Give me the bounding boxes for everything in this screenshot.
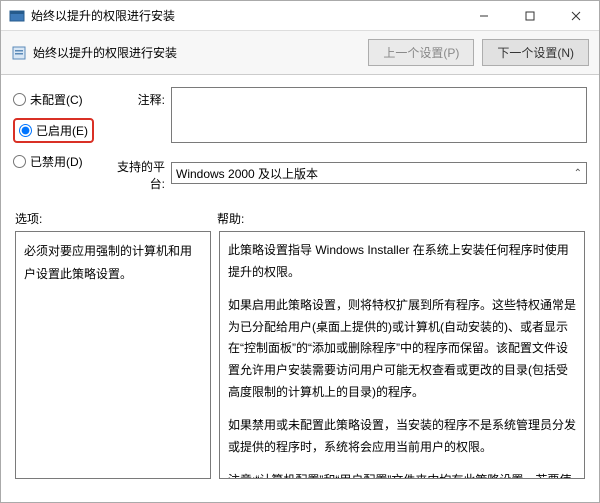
- policy-icon: [11, 45, 27, 61]
- radio-enabled-highlight: 已启用(E): [13, 118, 94, 143]
- app-icon: [9, 8, 25, 24]
- toolbar: 始终以提升的权限进行安装 上一个设置(P) 下一个设置(N): [1, 31, 599, 75]
- help-p2: 如果启用此策略设置，则将特权扩展到所有程序。这些特权通常是为已分配给用户(桌面上…: [228, 295, 576, 403]
- radio-not-configured[interactable]: 未配置(C): [13, 91, 113, 108]
- help-p4: 注意:“计算机配置”和“用户配置”文件夹中均有此策略设置。若要使此策略设置生效，…: [228, 470, 576, 479]
- options-panel: 必须对要应用强制的计算机和用户设置此策略设置。: [15, 231, 211, 479]
- options-text: 必须对要应用强制的计算机和用户设置此策略设置。: [24, 244, 192, 281]
- radio-enabled[interactable]: 已启用(E): [19, 122, 88, 139]
- supported-platforms-value: Windows 2000 及以上版本: [176, 165, 318, 182]
- dialog-window: 始终以提升的权限进行安装 始终以提升的权限进行安装 上一个设置(P) 下一个设置…: [0, 0, 600, 503]
- radio-not-configured-input[interactable]: [13, 93, 26, 106]
- maximize-button[interactable]: [507, 1, 553, 31]
- close-button[interactable]: [553, 1, 599, 31]
- help-p1: 此策略设置指导 Windows Installer 在系统上安装任何程序时使用提…: [228, 240, 576, 283]
- radio-disabled-input[interactable]: [13, 155, 26, 168]
- titlebar: 始终以提升的权限进行安装: [1, 1, 599, 31]
- comment-label: 注释:: [113, 87, 171, 108]
- radio-disabled[interactable]: 已禁用(D): [13, 153, 113, 170]
- comment-textarea[interactable]: [171, 87, 587, 143]
- radio-enabled-input[interactable]: [19, 124, 32, 137]
- help-panel: 此策略设置指导 Windows Installer 在系统上安装任何程序时使用提…: [219, 231, 585, 479]
- supported-platforms-field: Windows 2000 及以上版本 ⌃: [171, 162, 587, 184]
- radio-not-configured-label: 未配置(C): [30, 91, 83, 108]
- minimize-button[interactable]: [461, 1, 507, 31]
- window-title: 始终以提升的权限进行安装: [31, 7, 461, 24]
- next-setting-button[interactable]: 下一个设置(N): [482, 39, 589, 66]
- help-p3: 如果禁用或未配置此策略设置，当安装的程序不是系统管理员分发或提供的程序时，系统将…: [228, 415, 576, 458]
- section-labels: 选项: 帮助:: [1, 204, 599, 231]
- radio-disabled-label: 已禁用(D): [30, 153, 83, 170]
- help-section-label: 帮助:: [217, 210, 585, 227]
- radio-enabled-label: 已启用(E): [36, 122, 88, 139]
- options-section-label: 选项:: [15, 210, 217, 227]
- window-controls: [461, 1, 599, 31]
- prev-setting-button[interactable]: 上一个设置(P): [368, 39, 474, 66]
- caret-icon: ⌃: [574, 168, 582, 179]
- state-radio-group: 未配置(C) 已启用(E) 已禁用(D): [13, 87, 113, 180]
- supported-label: 支持的平台:: [113, 154, 171, 192]
- policy-subtitle: 始终以提升的权限进行安装: [33, 44, 177, 61]
